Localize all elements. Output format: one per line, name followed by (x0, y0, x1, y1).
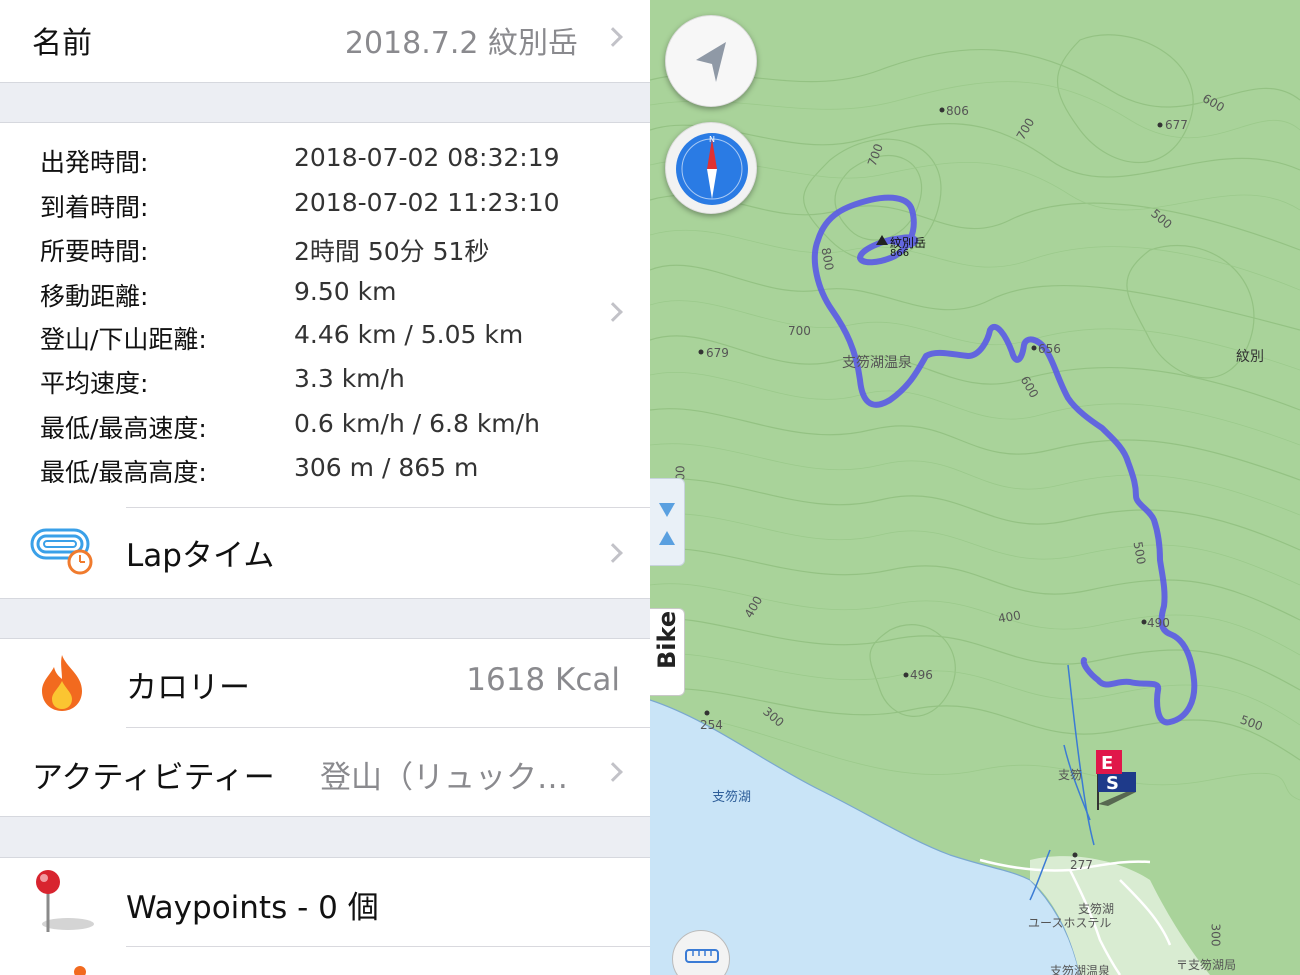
location-arrow-icon (696, 42, 726, 82)
compass-icon: N (676, 133, 748, 205)
activity-value: 登山（リュック… (320, 760, 568, 796)
map-place-label: 紋別 (1236, 349, 1264, 365)
lap-track-icon (30, 528, 93, 575)
svg-text:E: E (1101, 753, 1113, 774)
expand-collapse-icon (659, 503, 675, 545)
stat-value: 2018-07-02 11:23:10 (294, 188, 560, 217)
current-location-button[interactable] (665, 15, 757, 107)
stat-label: 到着時間: (40, 193, 149, 222)
chevron-right-icon (603, 543, 623, 563)
map-place-label: ユースホステル (1028, 916, 1112, 930)
map-elevation-label: 277 (1070, 858, 1093, 872)
stat-label: 平均速度: (40, 369, 149, 398)
map-place-label: 支笏 (1058, 768, 1083, 782)
stat-label: 登山/下山距離: (40, 325, 207, 354)
map-view[interactable]: 806 677 679 656 496 490 254 277 600 600 … (650, 0, 1300, 975)
map-elevation-label: 656 (1038, 342, 1061, 356)
name-label: 名前 (32, 26, 92, 61)
chevron-right-icon (603, 762, 623, 782)
map-elevation-label: 679 (706, 346, 729, 360)
map-lake-label: 支笏湖 (712, 790, 752, 805)
stat-value: 306 m / 865 m (294, 453, 479, 482)
pin-icon (36, 870, 94, 932)
map-elevation-label: 496 (910, 668, 933, 682)
name-value: 2018.7.2 紋別岳 (344, 26, 578, 61)
separator (126, 946, 650, 947)
calorie-value: 1618 Kcal (466, 662, 620, 698)
stat-label: 所要時間: (40, 237, 149, 266)
flame-icon (42, 655, 82, 711)
map-elevation-label: 254 (700, 718, 723, 732)
stat-label: 最低/最高高度: (40, 458, 207, 487)
chevron-right-icon (603, 27, 623, 47)
bike-mode-tab[interactable]: Bike (650, 608, 685, 696)
stats-row[interactable]: 出発時間: 2018-07-02 08:32:19 到着時間: 2018-07-… (0, 123, 650, 508)
map-elevation-label: 806 (946, 104, 969, 118)
stat-label: 出発時間: (40, 148, 149, 177)
stat-value: 2018-07-02 08:32:19 (294, 143, 560, 172)
stat-value: 4.46 km / 5.05 km (294, 320, 524, 349)
lap-time-row[interactable] (0, 508, 650, 598)
map-place-label: 〒支笏湖局 (1176, 958, 1237, 972)
section-divider (0, 816, 650, 858)
stat-value: 9.50 km (294, 277, 397, 306)
map-summit-elevation: 866 (890, 248, 910, 259)
name-row[interactable]: 名前 2018.7.2 紋別岳 (0, 0, 650, 82)
start-end-flag-icon: S E (1096, 750, 1136, 810)
map-elevation-label: 677 (1165, 118, 1188, 132)
bike-label: Bike (653, 610, 681, 669)
svg-text:S: S (1106, 773, 1119, 794)
stat-value: 0.6 km/h / 6.8 km/h (294, 409, 540, 438)
map-elevation-label: 490 (1147, 616, 1170, 630)
lap-time-label: Lapタイム (126, 538, 275, 574)
stat-value: 2時間 50分 51秒 (294, 237, 490, 266)
svg-text:N: N (709, 135, 715, 144)
map-contour-label: 300 (1208, 923, 1223, 947)
track-detail-panel: 名前 2018.7.2 紋別岳 出発時間: 2018-07-02 08:32:1… (0, 0, 650, 975)
chevron-right-icon (603, 302, 623, 322)
section-divider (0, 598, 650, 639)
activity-label: アクティビティー (32, 760, 275, 796)
map-place-label: 支笏湖温泉 (842, 355, 912, 371)
compass-button[interactable]: N (665, 122, 757, 214)
ruler-icon (685, 949, 719, 963)
stat-label: 移動距離: (40, 282, 149, 311)
map-contour-label: 700 (788, 324, 811, 338)
stat-value: 3.3 km/h (294, 364, 405, 393)
stat-label: 最低/最高速度: (40, 414, 207, 443)
map-place-label: 支笏湖温泉 (1050, 964, 1111, 975)
panel-toggle-tab[interactable] (650, 478, 685, 566)
section-divider (0, 82, 650, 123)
calorie-label: カロリー (126, 670, 250, 706)
next-row-icon (74, 966, 86, 975)
waypoints-label: Waypoints - 0 個 (126, 890, 379, 926)
